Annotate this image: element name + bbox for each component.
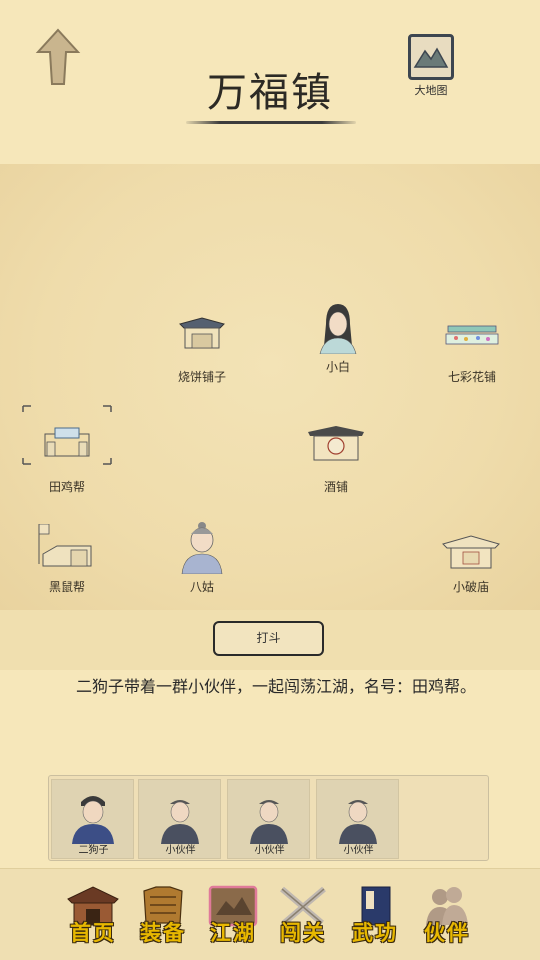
- flower-stall-icon: [422, 314, 522, 364]
- member-name: 二狗子: [78, 845, 109, 856]
- nav-label: 装备: [140, 920, 186, 945]
- world-map-label: 大地图: [414, 84, 448, 97]
- mountain-icon: [408, 34, 454, 80]
- gang-gate-icon: [17, 424, 117, 474]
- place-xiaobai[interactable]: 小白: [288, 302, 388, 375]
- nav-label: 武功: [352, 920, 398, 945]
- temple-icon: [421, 530, 521, 574]
- place-label: 七彩花铺: [447, 370, 496, 384]
- place-label: 田鸡帮: [48, 480, 85, 494]
- team-member-partner-1[interactable]: 小伙伴: [138, 779, 221, 859]
- shop-icon: [152, 314, 252, 364]
- team-panel: 二狗子 小伙伴 小伙伴 小伙伴: [48, 775, 489, 861]
- partner-portrait-icon: [161, 800, 199, 844]
- member-name: 小伙伴: [254, 845, 285, 856]
- fight-button[interactable]: 打斗: [213, 621, 324, 656]
- nav-partners[interactable]: 伙伴: [416, 883, 478, 947]
- world-map-button[interactable]: 大地图: [402, 32, 460, 100]
- team-member-ergouzi[interactable]: 二狗子: [51, 779, 134, 859]
- gang-house-icon: [17, 523, 117, 574]
- nav-label: 江湖: [210, 920, 256, 945]
- wine-shop-icon: [286, 424, 386, 474]
- title-underline: [186, 121, 356, 124]
- place-qicai[interactable]: 七彩花铺: [422, 314, 522, 385]
- place-shaobing[interactable]: 烧饼铺子: [152, 314, 252, 385]
- partner-portrait-icon: [250, 800, 288, 844]
- place-label: 酒铺: [323, 480, 348, 494]
- place-label: 黑鼠帮: [48, 580, 85, 594]
- bottom-nav: 首页 装备 江湖 闯关 武功 伙伴: [0, 868, 540, 960]
- story-text: 二狗子带着一群小伙伴，一起闯荡江湖，名号：田鸡帮。: [76, 677, 477, 696]
- place-jiupu[interactable]: 酒铺: [286, 424, 386, 495]
- place-label: 小白: [325, 360, 350, 374]
- place-tianji[interactable]: 田鸡帮: [17, 405, 117, 495]
- old-woman-portrait-icon: [152, 520, 252, 575]
- woman-portrait-icon: [288, 302, 388, 355]
- nav-home[interactable]: 首页: [62, 883, 124, 947]
- place-xiaopomiao[interactable]: 小破庙: [421, 530, 521, 595]
- team-member-partner-2[interactable]: 小伙伴: [227, 779, 310, 859]
- member-name: 小伙伴: [343, 845, 374, 856]
- place-label: 八姑: [189, 580, 214, 594]
- nav-martial-arts[interactable]: 武功: [344, 883, 406, 947]
- place-label: 烧饼铺子: [177, 370, 226, 384]
- nav-challenge[interactable]: 闯关: [272, 883, 334, 947]
- boy-portrait-icon: [72, 796, 114, 844]
- nav-jianghu[interactable]: 江湖: [202, 883, 264, 947]
- team-member-partner-3[interactable]: 小伙伴: [316, 779, 399, 859]
- place-bagu[interactable]: 八姑: [152, 520, 252, 595]
- place-label: 小破庙: [452, 580, 489, 594]
- game-screen: 万福镇 大地图 烧饼铺子 小白 七彩花铺 田鸡帮 酒铺 黑鼠帮 八姑 小破庙 打…: [0, 0, 540, 960]
- nav-label: 伙伴: [424, 920, 470, 945]
- nav-label: 首页: [70, 920, 116, 945]
- member-name: 小伙伴: [165, 845, 196, 856]
- place-heishu[interactable]: 黑鼠帮: [17, 523, 117, 595]
- nav-equipment[interactable]: 装备: [132, 883, 194, 947]
- partner-portrait-icon: [339, 800, 377, 844]
- nav-label: 闯关: [280, 920, 326, 945]
